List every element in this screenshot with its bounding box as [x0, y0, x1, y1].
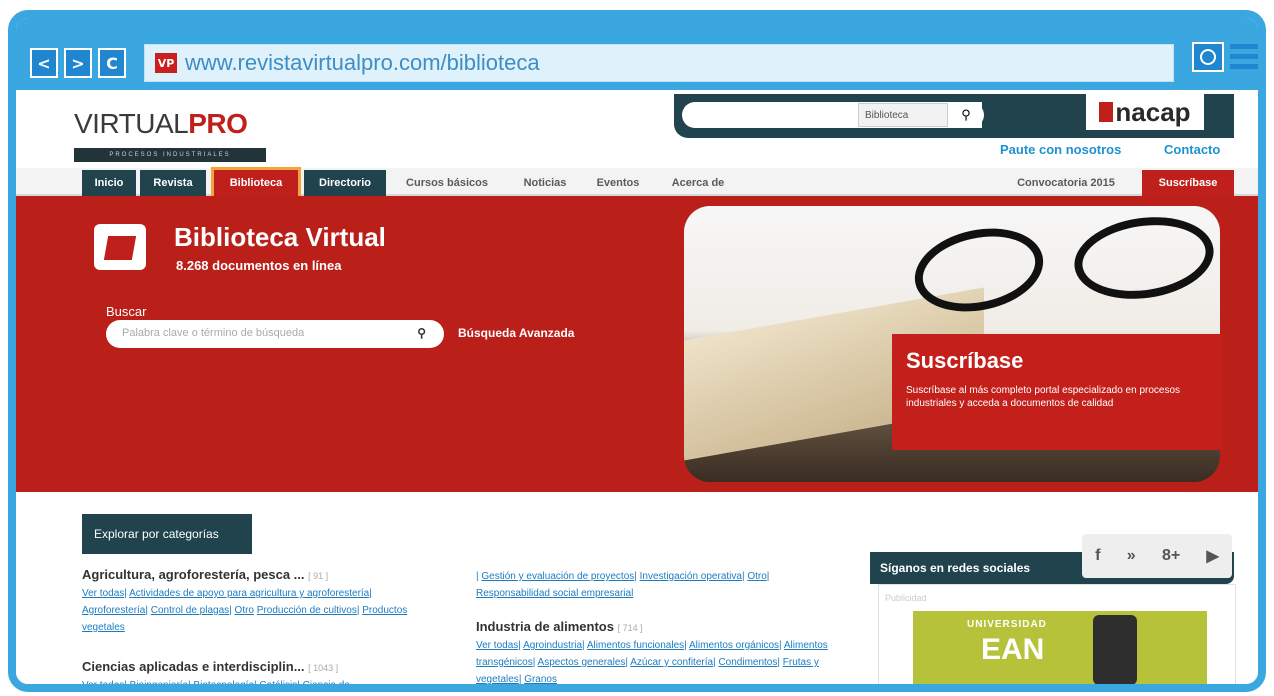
- category-link[interactable]: Actividades de apoyo para agricultura y …: [129, 588, 369, 599]
- tab-convocatoria[interactable]: Convocatoria 2015: [1006, 170, 1126, 196]
- category-link[interactable]: Agroindustria: [523, 640, 582, 651]
- advertise-link[interactable]: Paute con nosotros: [1000, 142, 1121, 157]
- search-scope-select[interactable]: Biblioteca: [858, 103, 948, 127]
- library-icon: [94, 224, 146, 270]
- search-input[interactable]: Palabra clave o término de búsqueda ⚲: [106, 320, 444, 348]
- back-button[interactable]: <: [30, 48, 58, 78]
- promo-text: Suscríbase al más completo portal especi…: [906, 385, 1181, 409]
- ean-ad[interactable]: UNIVERSIDAD EAN: [913, 611, 1207, 684]
- top-search-bar: Biblioteca ⚲ nacap: [674, 94, 1234, 138]
- category-link[interactable]: Bioingeniería: [130, 680, 188, 684]
- contact-link[interactable]: Contacto: [1164, 142, 1220, 157]
- page-title: Biblioteca Virtual: [174, 222, 386, 252]
- category-col2-top: | Gestión y evaluación de proyectos| Inv…: [476, 571, 770, 599]
- category-link[interactable]: Biotecnología: [193, 680, 254, 684]
- category-link[interactable]: Gestión y evaluación de proyectos: [481, 571, 634, 582]
- scrollbar[interactable]: [1260, 90, 1266, 688]
- promo-title: Suscríbase: [906, 348, 1024, 373]
- explore-categories-header: Explorar por categorías: [82, 514, 252, 554]
- nacap-logo[interactable]: nacap: [1086, 94, 1204, 130]
- tab-eventos[interactable]: Eventos: [586, 170, 650, 196]
- ad-label: Publicidad: [885, 593, 927, 603]
- main-nav: Inicio Revista Biblioteca Directorio Cur…: [16, 167, 1258, 199]
- search-icon[interactable]: ⚲: [417, 326, 426, 340]
- twitter-icon[interactable]: »: [1127, 547, 1136, 565]
- category-ciencias: Ciencias aplicadas e interdisciplin... […: [82, 659, 350, 691]
- facebook-icon[interactable]: f: [1095, 547, 1100, 565]
- link-ver-todas[interactable]: Ver todas: [82, 588, 124, 599]
- hero-section: Biblioteca Virtual 8.268 documentos en l…: [16, 196, 1258, 492]
- address-bar[interactable]: VP www.revistavirtualpro.com/biblioteca: [144, 44, 1174, 82]
- url-text[interactable]: www.revistavirtualpro.com/biblioteca: [185, 50, 540, 76]
- tab-cursos[interactable]: Cursos básicos: [392, 170, 502, 196]
- link-ver-todas[interactable]: Ver todas: [476, 640, 518, 651]
- category-link[interactable]: Condimentos: [718, 657, 777, 668]
- reload-button[interactable]: C: [98, 48, 126, 78]
- tab-directorio[interactable]: Directorio: [304, 170, 386, 196]
- tab-noticias[interactable]: Noticias: [510, 170, 580, 196]
- tab-suscribase[interactable]: Suscríbase: [1142, 170, 1234, 196]
- search-placeholder: Palabra clave o término de búsqueda: [122, 327, 305, 339]
- category-link[interactable]: Alimentos orgánicos: [689, 640, 779, 651]
- category-alimentos: Industria de alimentos [ 714 ] Ver todas…: [476, 619, 828, 685]
- category-link[interactable]: Aspectos generales: [538, 657, 626, 668]
- hamburger-menu-icon[interactable]: [1230, 42, 1258, 72]
- social-icons: f » 8+ ▶: [1082, 534, 1232, 578]
- category-link[interactable]: Otro: [747, 571, 766, 582]
- category-link[interactable]: Azúcar y confitería: [630, 657, 713, 668]
- browser-frame: < > C VP www.revistavirtualpro.com/bibli…: [8, 10, 1266, 692]
- category-link[interactable]: Control de plagas: [151, 605, 229, 616]
- subscribe-promo[interactable]: Suscríbase Suscríbase al más completo po…: [892, 334, 1222, 450]
- category-link[interactable]: Ciencia de: [303, 680, 350, 684]
- category-link[interactable]: Agroforestería: [82, 605, 145, 616]
- web-page: VIRTUALPRO PROCESOS INDUSTRIALES Bibliot…: [16, 90, 1258, 685]
- advanced-search-link[interactable]: Búsqueda Avanzada: [458, 326, 574, 340]
- ean-caption: UNIVERSIDAD: [967, 619, 1047, 630]
- link-ver-todas[interactable]: Ver todas: [82, 680, 124, 684]
- site-logo[interactable]: VIRTUALPRO PROCESOS INDUSTRIALES: [74, 108, 266, 162]
- tab-acerca[interactable]: Acerca de: [658, 170, 738, 196]
- category-link[interactable]: Granos: [524, 674, 557, 684]
- logo-tagline: PROCESOS INDUSTRIALES: [74, 148, 266, 162]
- category-link[interactable]: Otro: [235, 605, 254, 616]
- category-link[interactable]: Responsabilidad social empresarial: [476, 588, 633, 599]
- category-link[interactable]: Producción de cultivos: [257, 605, 357, 616]
- category-link[interactable]: Investigación operativa: [640, 571, 742, 582]
- search-label: Buscar: [106, 304, 147, 319]
- google-plus-icon[interactable]: 8+: [1162, 547, 1180, 565]
- tab-biblioteca[interactable]: Biblioteca: [211, 167, 301, 199]
- top-search-button[interactable]: ⚲: [948, 103, 984, 127]
- tab-revista[interactable]: Revista: [140, 170, 206, 196]
- category-link[interactable]: Catálisis: [259, 680, 297, 684]
- browser-toolbar: < > C VP www.revistavirtualpro.com/bibli…: [16, 18, 1258, 90]
- document-count: 8.268 documentos en línea: [176, 258, 342, 273]
- forward-button[interactable]: >: [64, 48, 92, 78]
- advertisement-box: Publicidad UNIVERSIDAD EAN: [878, 584, 1236, 684]
- site-favicon-icon: VP: [155, 53, 177, 73]
- category-link[interactable]: Alimentos funcionales: [587, 640, 684, 651]
- record-icon[interactable]: [1192, 42, 1224, 72]
- category-agricultura: Agricultura, agroforestería, pesca ... […: [82, 567, 408, 633]
- ean-logo: EAN: [981, 633, 1045, 666]
- youtube-icon[interactable]: ▶: [1207, 546, 1219, 566]
- tab-inicio[interactable]: Inicio: [82, 170, 136, 196]
- accreditation-seal: [1093, 615, 1137, 684]
